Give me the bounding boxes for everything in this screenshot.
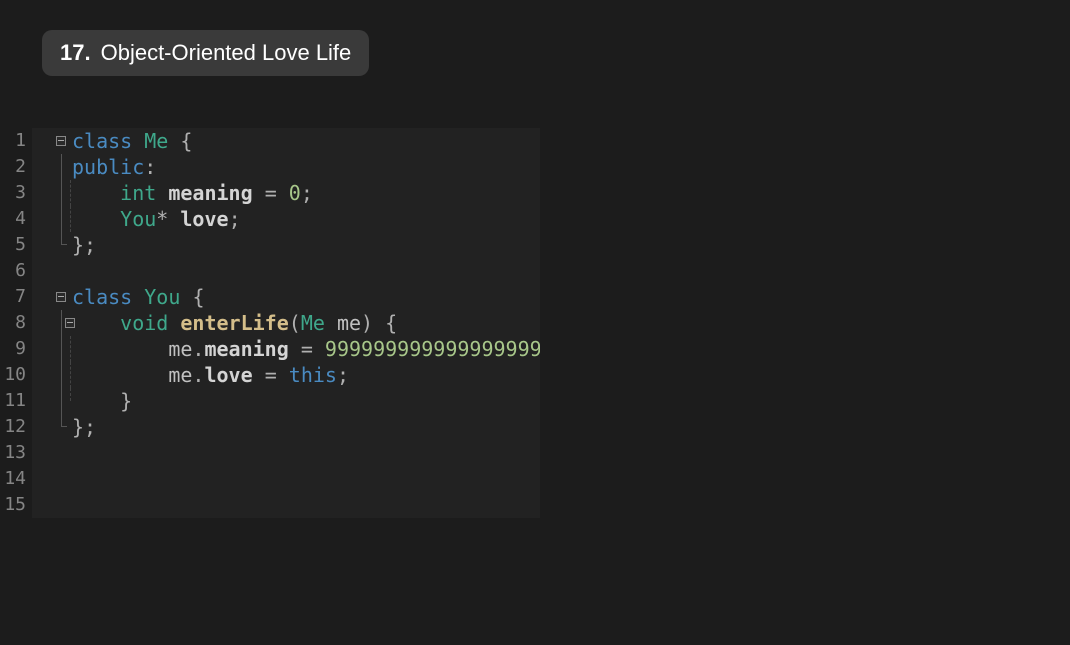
code-line[interactable]: 12 }; [0,414,540,440]
code-content[interactable]: You* love; [72,206,540,232]
code-line[interactable]: 10 me.love = this; [0,362,540,388]
line-number: 9 [0,336,32,362]
line-number: 3 [0,180,32,206]
code-line[interactable]: 9 me.meaning = 999999999999999999 [0,336,540,362]
line-number: 14 [0,466,32,492]
code-line[interactable]: 6 [0,258,540,284]
code-line[interactable]: 14 [0,466,540,492]
code-content[interactable]: public: [72,154,540,180]
title-text: Object-Oriented Love Life [101,40,352,66]
code-content[interactable]: class Me { [72,128,540,154]
line-number: 2 [0,154,32,180]
code-content[interactable]: }; [72,414,540,440]
code-line[interactable]: 5 }; [0,232,540,258]
line-number: 8 [0,310,32,336]
code-line[interactable]: 8 void enterLife(Me me) { [0,310,540,336]
code-line[interactable]: 2 public: [0,154,540,180]
fold-icon[interactable] [56,136,66,146]
line-number: 12 [0,414,32,440]
title-number: 17. [60,40,91,66]
code-line[interactable]: 7 class You { [0,284,540,310]
title-badge: 17. Object-Oriented Love Life [42,30,369,76]
code-content[interactable]: } [72,388,540,414]
line-number: 13 [0,440,32,466]
line-number: 6 [0,258,32,284]
code-line[interactable]: 1 class Me { [0,128,540,154]
code-line[interactable]: 4 You* love; [0,206,540,232]
code-content[interactable]: void enterLife(Me me) { [72,310,540,336]
code-line[interactable]: 3 int meaning = 0; [0,180,540,206]
code-content[interactable]: class You { [72,284,540,310]
code-content[interactable]: int meaning = 0; [72,180,540,206]
code-line[interactable]: 15 [0,492,540,518]
fold-icon[interactable] [56,292,66,302]
fold-icon[interactable] [65,318,75,328]
code-content[interactable]: }; [72,232,540,258]
line-number: 15 [0,492,32,518]
line-number: 1 [0,128,32,154]
line-number: 10 [0,362,32,388]
line-number: 5 [0,232,32,258]
code-content[interactable]: me.meaning = 999999999999999999 [72,336,540,362]
line-number: 7 [0,284,32,310]
code-content[interactable]: me.love = this; [72,362,540,388]
line-number: 11 [0,388,32,414]
code-line[interactable]: 11 } [0,388,540,414]
line-number: 4 [0,206,32,232]
code-line[interactable]: 13 [0,440,540,466]
code-editor[interactable]: 1 class Me { 2 public: 3 int meaning = 0… [0,128,540,518]
